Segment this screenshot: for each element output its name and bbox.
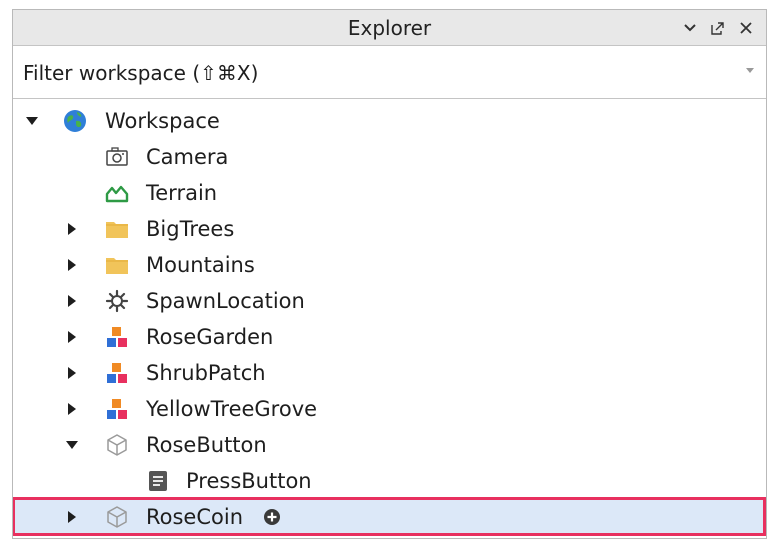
expand-toggle-icon[interactable] (65, 355, 79, 391)
tree-item-label: RoseButton (146, 433, 267, 457)
globe-icon (64, 110, 86, 132)
filter-dropdown-icon[interactable] (746, 68, 754, 73)
chevron-down-icon[interactable] (679, 10, 701, 46)
tree-item-yellowtreegrove[interactable]: YellowTreeGrove (13, 391, 766, 427)
model-icon (107, 363, 127, 383)
tree-item-label: RoseCoin (146, 505, 244, 529)
part-cube-icon (107, 434, 127, 456)
tree-item-label: Mountains (146, 253, 255, 277)
tree-item-shrubpatch[interactable]: ShrubPatch (13, 355, 766, 391)
tree-item-pressbutton[interactable]: PressButton (13, 463, 766, 499)
filter-workspace-input[interactable] (13, 48, 723, 98)
tree-item-terrain[interactable]: Terrain (13, 175, 766, 211)
tree-item-rosegarden[interactable]: RoseGarden (13, 319, 766, 355)
tree-item-label: ShrubPatch (146, 361, 266, 385)
tree-item-label: Terrain (146, 181, 218, 205)
script-icon (149, 471, 167, 491)
tree-item-spawnlocation[interactable]: SpawnLocation (13, 283, 766, 319)
close-icon[interactable] (735, 10, 757, 46)
tree-item-label: Workspace (105, 109, 220, 133)
tree-item-label: BigTrees (146, 217, 235, 241)
panel-title: Explorer (347, 16, 432, 40)
model-icon (107, 327, 127, 347)
folder-icon (106, 258, 128, 274)
expand-toggle-icon[interactable] (65, 391, 79, 427)
folder-icon (106, 222, 128, 238)
filter-bar (13, 48, 766, 99)
add-object-icon[interactable] (263, 508, 281, 526)
expand-toggle-icon[interactable] (65, 247, 79, 283)
expand-toggle-icon[interactable] (65, 427, 79, 463)
explorer-panel: Explorer Workspace (12, 9, 767, 539)
explorer-tree: Workspace Camera Terrain BigTrees Mounta… (13, 103, 766, 536)
tree-item-label: YellowTreeGrove (146, 397, 318, 421)
tree-item-mountains[interactable]: Mountains (13, 247, 766, 283)
tree-item-label: RoseGarden (146, 325, 274, 349)
expand-toggle-icon[interactable] (65, 319, 79, 355)
tree-item-rosecoin[interactable]: RoseCoin (13, 497, 766, 536)
model-icon (107, 399, 127, 419)
tree-item-label: PressButton (186, 469, 312, 493)
tree-item-camera[interactable]: Camera (13, 139, 766, 175)
part-cube-icon (107, 506, 127, 528)
popout-icon[interactable] (707, 10, 729, 46)
tree-item-label: Camera (146, 145, 229, 169)
tree-item-rosebutton[interactable]: RoseButton (13, 427, 766, 463)
expand-toggle-icon[interactable] (65, 211, 79, 247)
tree-item-label: SpawnLocation (146, 289, 305, 313)
expand-toggle-icon[interactable] (65, 499, 79, 535)
tree-item-workspace[interactable]: Workspace (13, 103, 766, 139)
terrain-icon (105, 185, 129, 203)
expand-toggle-icon[interactable] (65, 283, 79, 319)
spawn-gear-icon (105, 289, 129, 313)
explorer-titlebar: Explorer (13, 10, 766, 46)
expand-toggle-icon[interactable] (25, 103, 39, 139)
camera-icon (106, 147, 128, 166)
tree-item-bigtrees[interactable]: BigTrees (13, 211, 766, 247)
